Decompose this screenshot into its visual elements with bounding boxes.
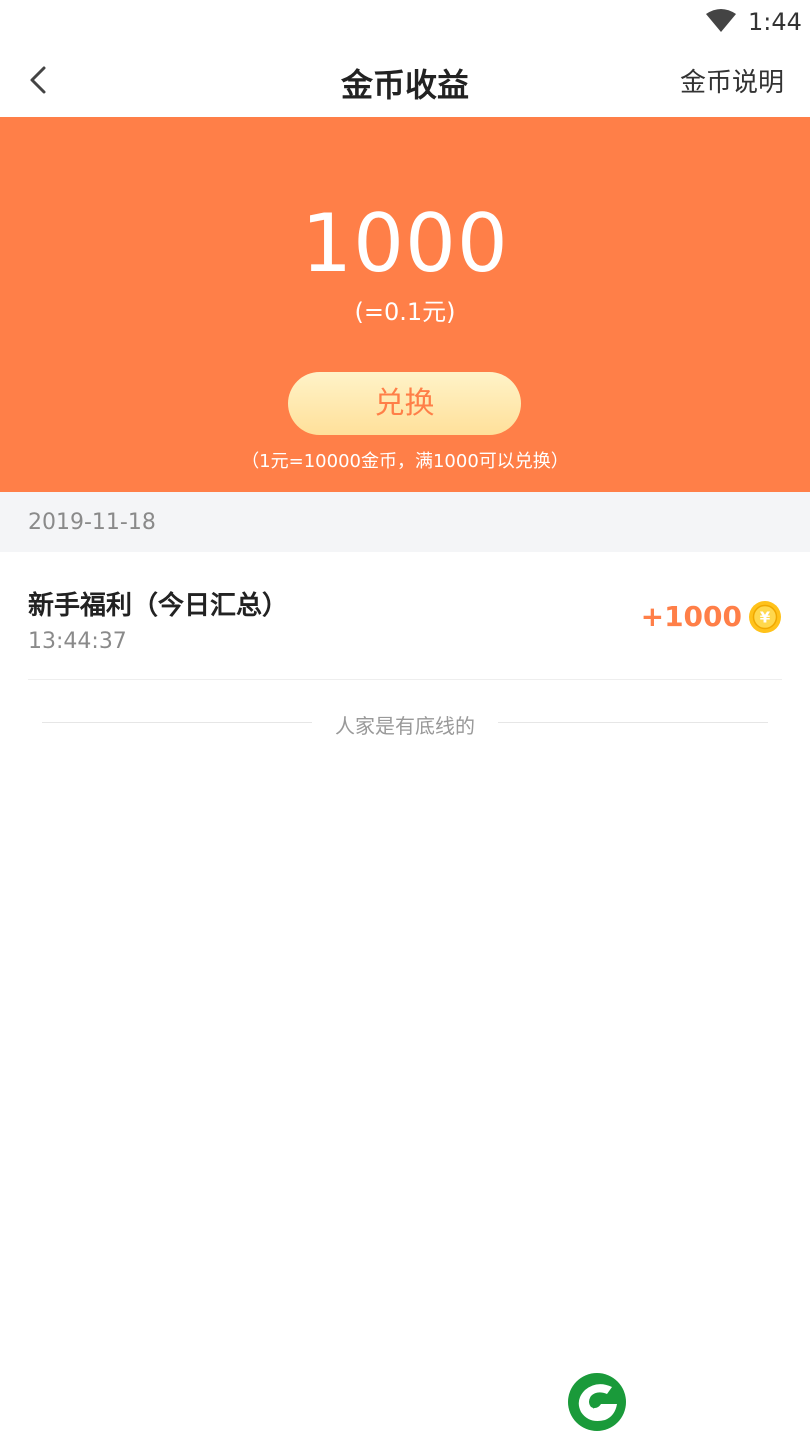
leaf-logo-icon[interactable] bbox=[567, 1372, 627, 1432]
wifi-icon bbox=[706, 9, 736, 32]
record-time: 13:44:37 bbox=[28, 629, 127, 654]
divider bbox=[28, 679, 782, 680]
svg-text:¥: ¥ bbox=[760, 609, 771, 627]
record-name: 新手福利（今日汇总） bbox=[28, 591, 289, 621]
record-date: 2019-11-18 bbox=[28, 510, 156, 535]
status-bar: 1:44 bbox=[0, 0, 810, 44]
list-end-text: 人家是有底线的 bbox=[335, 714, 475, 738]
status-time: 1:44 bbox=[748, 8, 802, 36]
nav-bar: 金币收益 金币说明 bbox=[0, 44, 810, 117]
exchange-button[interactable]: 兑换 bbox=[288, 372, 521, 435]
date-header: 2019-11-18 bbox=[0, 492, 810, 552]
coin-equivalent: (=0.1元) bbox=[354, 298, 456, 326]
coin-balance: 1000 bbox=[301, 197, 509, 290]
coin-balance-panel: 1000 (=0.1元) 兑换 （1元=10000金币，满1000可以兑换） bbox=[0, 117, 810, 492]
exchange-rule: （1元=10000金币，满1000可以兑换） bbox=[241, 451, 569, 472]
record-value: +1000 bbox=[640, 600, 742, 633]
list-end-indicator: 人家是有底线的 bbox=[0, 708, 810, 738]
divider bbox=[498, 722, 768, 723]
coin-icon: ¥ bbox=[749, 601, 781, 633]
coin-help-link[interactable]: 金币说明 bbox=[680, 62, 784, 99]
list-item[interactable]: 新手福利（今日汇总） 13:44:37 +1000 ¥ bbox=[0, 552, 810, 680]
